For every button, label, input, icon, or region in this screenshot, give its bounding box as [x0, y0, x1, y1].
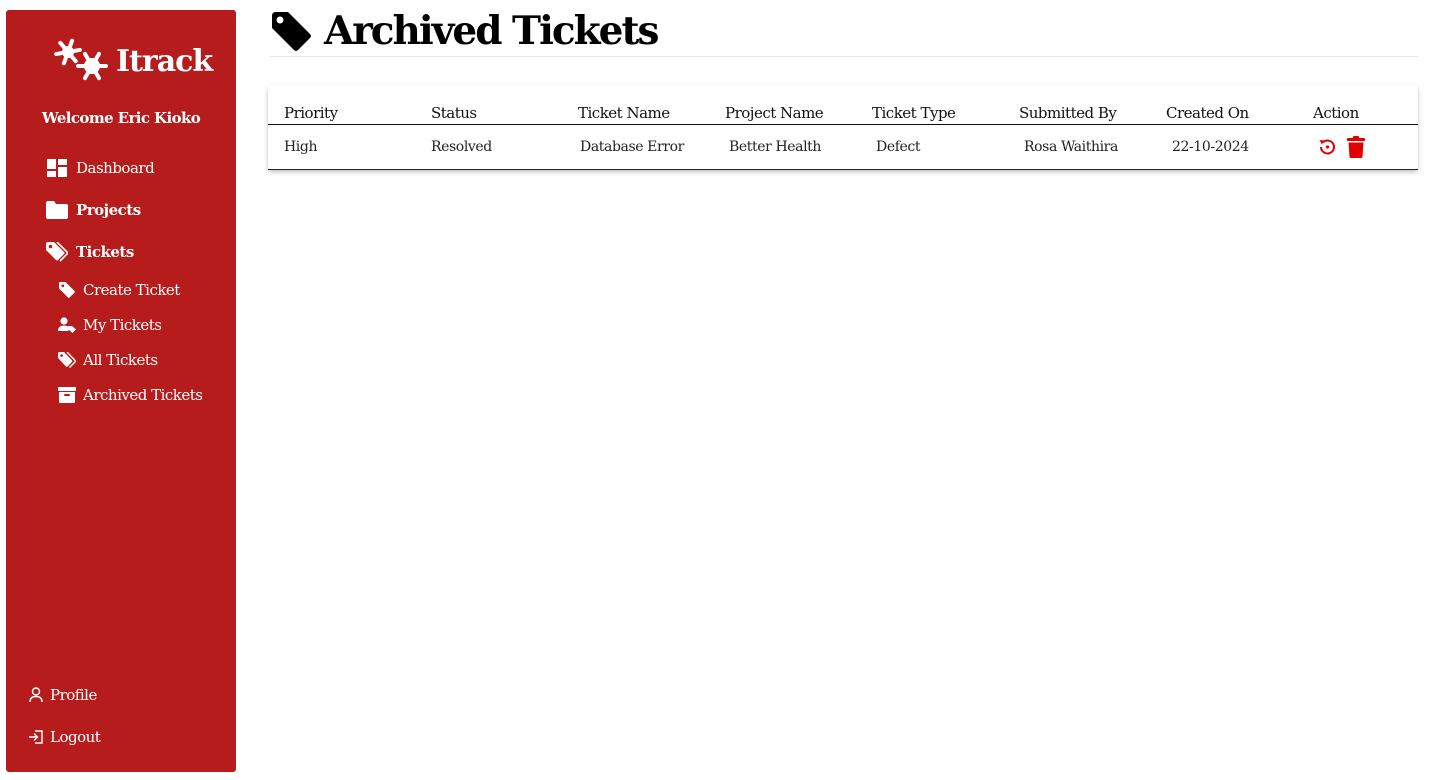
tag-icon [58, 281, 76, 299]
sidebar-item-label: Profile [50, 686, 97, 704]
app-name: Itrack [116, 43, 213, 79]
column-header-ticket-type[interactable]: Ticket Type [856, 85, 1003, 125]
sidebar-item-dashboard[interactable]: Dashboard [46, 158, 155, 178]
column-header-action: Action [1297, 85, 1418, 125]
sidebar-item-label: Logout [50, 728, 101, 746]
sidebar-item-label: Projects [76, 201, 141, 219]
cell-ticket-name: Database Error [562, 124, 709, 170]
sidebar-item-label: Tickets [76, 243, 134, 261]
sidebar-item-create-ticket[interactable]: Create Ticket [58, 281, 180, 299]
welcome-message: Welcome Eric Kioko [41, 109, 201, 127]
page-title: Archived Tickets [324, 8, 659, 54]
user-tag-icon [58, 316, 76, 334]
user-icon [28, 687, 44, 703]
cell-status: Resolved [415, 124, 562, 170]
sidebar-item-archived-tickets[interactable]: Archived Tickets [58, 386, 203, 404]
tickets-table-card: Priority Status Ticket Name Project Name… [268, 85, 1418, 170]
column-header-priority[interactable]: Priority [268, 85, 415, 125]
sidebar-item-projects[interactable]: Projects [46, 200, 141, 220]
cell-created-on: 22-10-2024 [1150, 124, 1297, 170]
cell-ticket-type: Defect [856, 124, 1003, 170]
app-logo[interactable]: Itrack [54, 36, 213, 86]
column-header-created-on[interactable]: Created On [1150, 85, 1297, 125]
sidebar-item-all-tickets[interactable]: All Tickets [58, 351, 158, 369]
dashboard-icon [46, 158, 68, 178]
sidebar-item-logout[interactable]: Logout [28, 728, 101, 746]
cell-project-name: Better Health [709, 124, 856, 170]
sidebar: Itrack Welcome Eric Kioko Dashboard Proj… [6, 10, 236, 772]
tag-icon [272, 12, 311, 51]
column-header-project-name[interactable]: Project Name [709, 85, 856, 125]
logout-icon [28, 729, 44, 745]
cell-actions [1297, 124, 1418, 170]
tags-icon [46, 242, 68, 262]
trash-icon[interactable] [1347, 135, 1365, 158]
sidebar-item-label: All Tickets [83, 351, 158, 369]
folder-icon [46, 200, 68, 220]
sidebar-item-label: Dashboard [76, 159, 155, 177]
sidebar-item-label: Create Ticket [83, 281, 180, 299]
table-header-row: Priority Status Ticket Name Project Name… [268, 85, 1418, 125]
logo-icon [54, 38, 108, 81]
tags-icon [58, 351, 76, 369]
cell-submitted-by: Rosa Waithira [1003, 124, 1150, 170]
sidebar-item-profile[interactable]: Profile [28, 686, 97, 704]
restore-icon[interactable] [1317, 137, 1337, 157]
table-row[interactable]: High Resolved Database Error Better Heal… [268, 124, 1418, 170]
sidebar-item-my-tickets[interactable]: My Tickets [58, 316, 162, 334]
cell-priority: High [268, 124, 415, 170]
column-header-ticket-name[interactable]: Ticket Name [562, 85, 709, 125]
archive-icon [58, 386, 76, 404]
sidebar-item-label: Archived Tickets [83, 386, 203, 404]
tickets-table: Priority Status Ticket Name Project Name… [268, 85, 1418, 170]
column-header-submitted-by[interactable]: Submitted By [1003, 85, 1150, 125]
sidebar-item-label: My Tickets [83, 316, 162, 334]
page-header: Archived Tickets [270, 6, 1418, 57]
column-header-status[interactable]: Status [415, 85, 562, 125]
sidebar-item-tickets[interactable]: Tickets [46, 242, 134, 262]
